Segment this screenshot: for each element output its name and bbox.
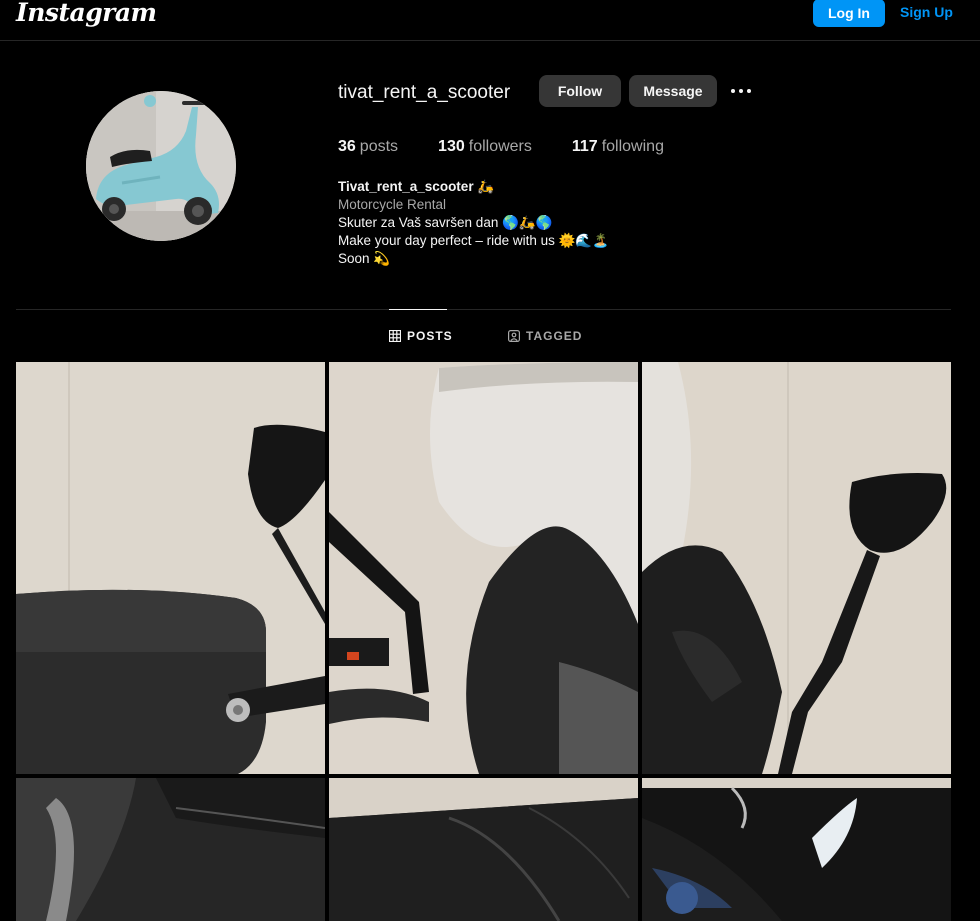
- post-thumbnail[interactable]: [16, 778, 325, 921]
- message-button[interactable]: Message: [629, 75, 717, 107]
- following-stat[interactable]: 117 following: [572, 138, 664, 156]
- scooter-windshield-photo: [329, 362, 638, 774]
- following-count: 117: [571, 138, 598, 155]
- scooter-body-photo: [16, 778, 325, 921]
- followers-stat[interactable]: 130 followers: [438, 138, 532, 156]
- profile-avatar[interactable]: [86, 91, 236, 241]
- tab-tagged-label: TAGGED: [526, 329, 583, 343]
- profile-username: tivat_rent_a_scooter: [338, 82, 511, 103]
- active-tab-indicator: [389, 309, 447, 310]
- bio-line-3: Soon 💫: [338, 251, 391, 266]
- posts-stat-label: posts: [359, 138, 399, 155]
- bio-category: Motorcycle Rental: [338, 197, 447, 212]
- bio-line-1: Skuter za Vaš savršen dan 🌎🛵🌎: [338, 215, 553, 230]
- tagged-icon: [508, 330, 520, 342]
- scooter-side-mirror-photo: [642, 362, 951, 774]
- profile-bio: Tivat_rent_a_scooter 🛵 Motorcycle Rental…: [338, 178, 609, 268]
- posts-count: 36: [338, 138, 356, 155]
- posts-stat: 36 posts: [338, 138, 398, 156]
- scooter-avatar-image: [86, 91, 236, 241]
- profile-stats: 36 posts 130 followers 117 following: [338, 138, 704, 156]
- tab-tagged[interactable]: TAGGED: [508, 329, 582, 343]
- followers-count: 130: [438, 138, 465, 155]
- grid-icon: [389, 330, 401, 342]
- followers-stat-label: followers: [468, 138, 532, 155]
- post-thumbnail[interactable]: [642, 778, 951, 921]
- post-thumbnail[interactable]: [642, 362, 951, 774]
- instagram-logo[interactable]: Instagram: [16, 0, 157, 27]
- post-thumbnail[interactable]: [329, 778, 638, 921]
- scooter-fairing-photo: [329, 778, 638, 921]
- scooter-mirror-photo: [16, 362, 325, 774]
- login-button[interactable]: Log In: [813, 0, 885, 27]
- post-thumbnail[interactable]: [16, 362, 325, 774]
- tab-posts-label: POSTS: [407, 329, 453, 343]
- bio-line-2: Make your day perfect – ride with us 🌞🌊🏝…: [338, 233, 610, 248]
- more-options-icon[interactable]: [727, 80, 755, 102]
- post-thumbnail[interactable]: [329, 362, 638, 774]
- scooter-headlight-photo: [642, 778, 951, 921]
- bio-name: Tivat_rent_a_scooter 🛵: [338, 179, 495, 194]
- signup-link[interactable]: Sign Up: [900, 4, 953, 20]
- following-stat-label: following: [601, 138, 664, 155]
- follow-button[interactable]: Follow: [539, 75, 621, 107]
- tab-posts[interactable]: POSTS: [389, 329, 453, 343]
- top-nav: Instagram Log In Sign Up: [0, 0, 980, 41]
- tabs-divider: [16, 309, 951, 310]
